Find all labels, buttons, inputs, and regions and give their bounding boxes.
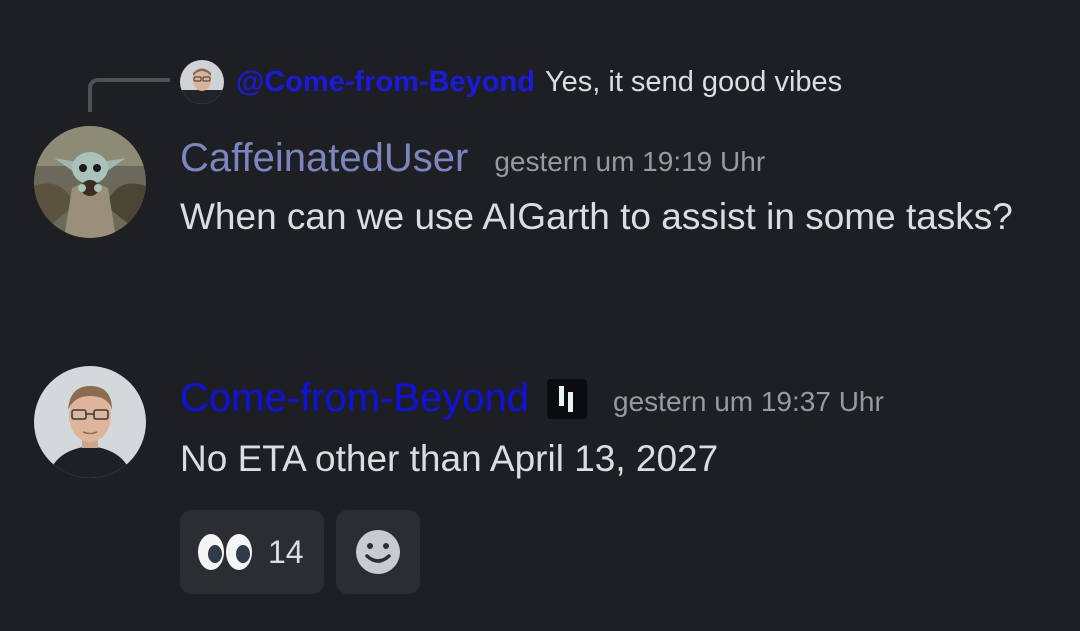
message-header: CaffeinatedUser gestern um 19:19 Uhr bbox=[180, 136, 765, 181]
reaction-eyes[interactable]: 14 bbox=[180, 510, 324, 594]
reply-mention[interactable]: @Come-from-Beyond bbox=[236, 66, 535, 99]
timestamp: gestern um 19:19 Uhr bbox=[494, 146, 766, 177]
chat-view: @Come-from-Beyond Yes, it send good vibe… bbox=[0, 0, 1080, 631]
add-reaction-button[interactable] bbox=[336, 510, 420, 594]
message-header: Come-from-Beyond gestern um 19:37 Uhr bbox=[180, 376, 884, 421]
person-avatar-icon bbox=[34, 366, 146, 478]
message-text: No ETA other than April 13, 2027 bbox=[180, 438, 719, 479]
role-badge-icon[interactable] bbox=[547, 378, 588, 419]
avatar-caffeinated-user[interactable] bbox=[34, 126, 146, 238]
reply-connector bbox=[88, 78, 170, 112]
reactions-bar: 14 bbox=[180, 510, 420, 594]
avatar-come-from-beyond[interactable] bbox=[34, 366, 146, 478]
username[interactable]: CaffeinatedUser bbox=[180, 136, 468, 181]
person-avatar-icon bbox=[180, 60, 224, 104]
grogu-avatar-icon bbox=[34, 126, 146, 238]
reply-preview[interactable]: @Come-from-Beyond Yes, it send good vibe… bbox=[180, 60, 842, 104]
smiley-icon bbox=[356, 530, 400, 574]
reaction-count: 14 bbox=[268, 533, 304, 570]
role-badge-glyph-icon bbox=[559, 385, 574, 412]
eyes-emoji-icon bbox=[198, 534, 252, 570]
message-text: When can we use AIGarth to assist in som… bbox=[180, 196, 1013, 237]
timestamp: gestern um 19:37 Uhr bbox=[613, 386, 884, 417]
username[interactable]: Come-from-Beyond bbox=[180, 376, 529, 421]
reply-avatar[interactable] bbox=[180, 60, 224, 104]
reply-text[interactable]: Yes, it send good vibes bbox=[545, 66, 842, 99]
